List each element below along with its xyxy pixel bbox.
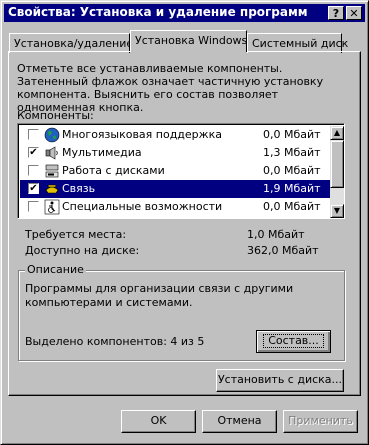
close-button[interactable]: ✕ (346, 6, 362, 20)
title-bar[interactable]: Свойства: Установка и удаление программ … (4, 4, 365, 22)
tab-install-uninstall[interactable]: Установка/удаление (9, 33, 133, 53)
ok-button[interactable]: OK (121, 410, 196, 433)
tab-panel (8, 51, 361, 396)
window-title: Свойства: Установка и удаление программ (8, 5, 308, 19)
dialog-window: Свойства: Установка и удаление программ … (0, 0, 369, 445)
tab-startup-disk[interactable]: Системный диск (247, 33, 348, 53)
tab-windows-setup[interactable]: Установка Windows (130, 30, 247, 52)
tab-windows-setup-label: Установка Windows (135, 34, 248, 47)
help-button[interactable]: ? (328, 6, 344, 20)
apply-button[interactable]: Применить (283, 410, 358, 433)
cancel-button[interactable]: Отмена (202, 410, 277, 433)
